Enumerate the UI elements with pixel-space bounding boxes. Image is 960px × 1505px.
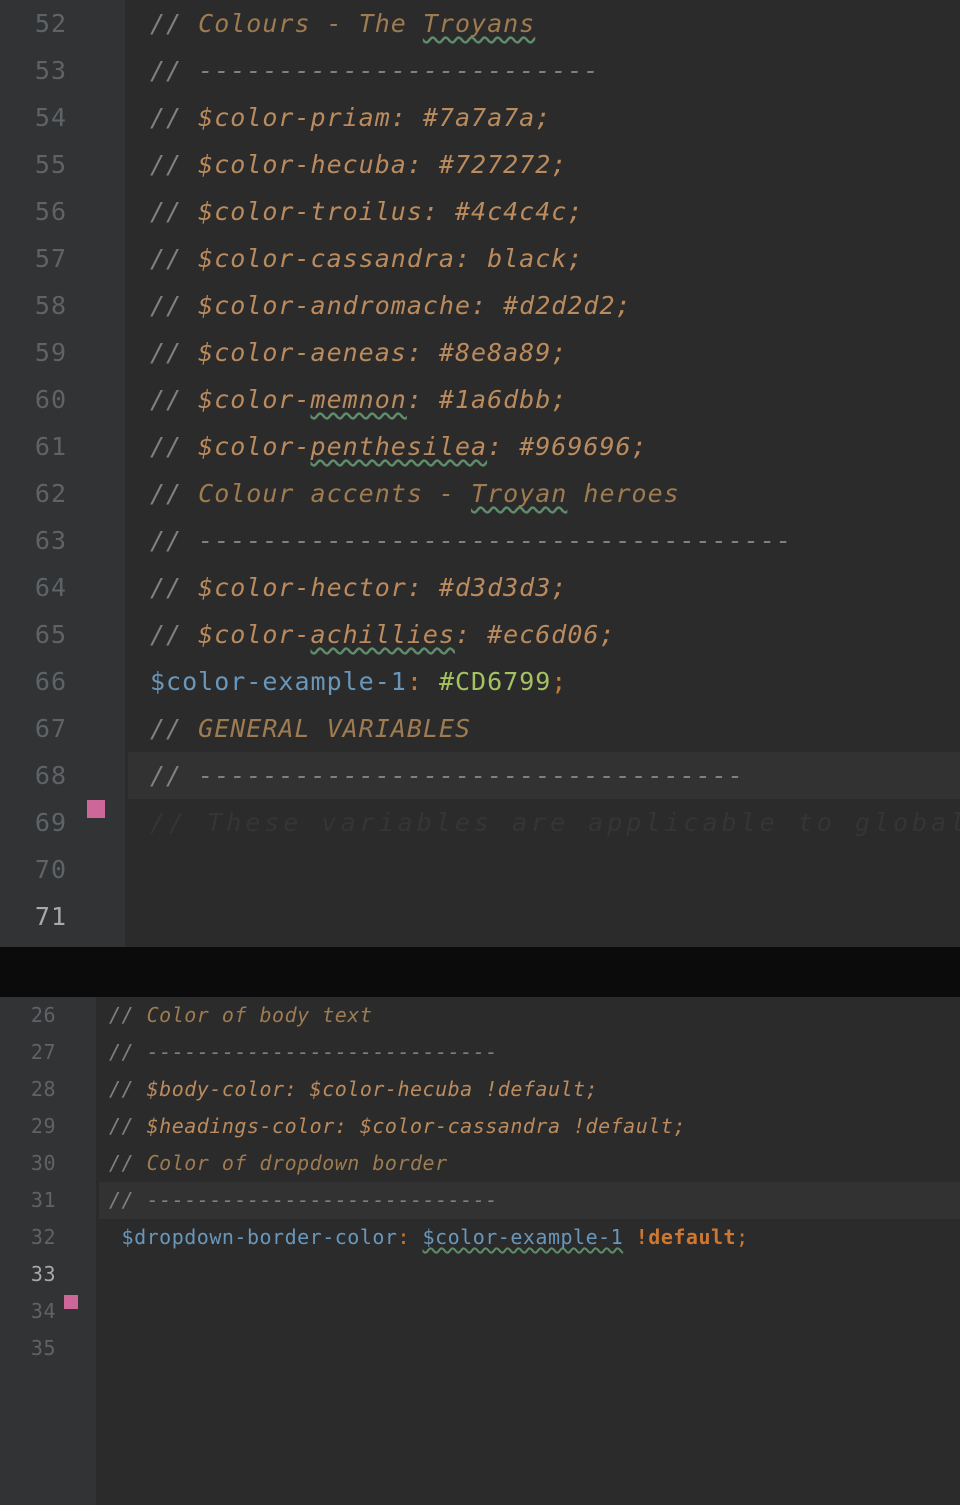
code-line[interactable]: // $color-memnon: #1a6dbb; xyxy=(128,376,960,423)
code-line[interactable]: // $body-color: $color-hecuba !default; xyxy=(99,1071,960,1108)
line-number[interactable]: 61 xyxy=(0,423,125,470)
code-area-top[interactable]: // Colours - The Troyans // ------------… xyxy=(128,0,960,947)
line-number[interactable]: 33 xyxy=(0,1256,96,1293)
code-line[interactable]: // ---------------------------- xyxy=(99,1034,960,1071)
line-number[interactable]: 55 xyxy=(0,141,125,188)
code-area-bottom[interactable]: // Color of body text // ---------------… xyxy=(99,997,960,1505)
line-number[interactable]: 28 xyxy=(0,1071,96,1108)
line-number[interactable]: 69 xyxy=(0,799,125,846)
line-number[interactable]: 64 xyxy=(0,564,125,611)
line-number[interactable]: 71 xyxy=(0,893,125,940)
color-swatch-icon[interactable] xyxy=(87,800,105,818)
code-line[interactable]: // $color-priam: #7a7a7a; xyxy=(128,94,960,141)
code-line[interactable]: // ------------------------------------- xyxy=(128,517,960,564)
code-line[interactable]: // $color-troilus: #4c4c4c; xyxy=(128,188,960,235)
line-number[interactable]: 34 xyxy=(0,1293,96,1330)
editor-pane-top: 52 53 54 55 56 57 58 59 60 61 62 63 64 6… xyxy=(0,0,960,947)
code-line[interactable]: // Color of dropdown border xyxy=(99,1145,960,1182)
line-number[interactable]: 63 xyxy=(0,517,125,564)
color-swatch-icon[interactable] xyxy=(64,1295,78,1309)
code-line[interactable]: // $color-hecuba: #727272; xyxy=(128,141,960,188)
editor-pane-bottom: 26 27 28 29 30 31 32 33 34 35 // Color o… xyxy=(0,997,960,1505)
line-number[interactable]: 27 xyxy=(0,1034,96,1071)
line-number[interactable]: 58 xyxy=(0,282,125,329)
code-line[interactable]: // $color-achillies: #ec6d06; xyxy=(128,611,960,658)
line-number[interactable]: 35 xyxy=(0,1330,96,1367)
code-line[interactable]: // Colours - The Troyans xyxy=(128,0,960,47)
code-line[interactable]: // $color-andromache: #d2d2d2; xyxy=(128,282,960,329)
line-number[interactable]: 62 xyxy=(0,470,125,517)
code-line[interactable]: // $color-cassandra: black; xyxy=(128,235,960,282)
line-number[interactable]: 52 xyxy=(0,0,125,47)
line-number[interactable]: 67 xyxy=(0,705,125,752)
code-line-current[interactable]: // ---------------------------------- xyxy=(128,752,960,799)
line-number[interactable]: 32 xyxy=(0,1219,96,1256)
pane-separator xyxy=(0,947,960,997)
code-line-current[interactable]: // ---------------------------- xyxy=(99,1182,960,1219)
line-number[interactable]: 57 xyxy=(0,235,125,282)
line-number[interactable]: 56 xyxy=(0,188,125,235)
line-number[interactable]: 29 xyxy=(0,1108,96,1145)
code-line[interactable]: // $color-aeneas: #8e8a89; xyxy=(128,329,960,376)
line-number[interactable]: 53 xyxy=(0,47,125,94)
gutter-bottom: 26 27 28 29 30 31 32 33 34 35 xyxy=(0,997,96,1505)
line-number[interactable]: 68 xyxy=(0,752,125,799)
line-number[interactable]: 66 xyxy=(0,658,125,705)
gutter-top: 52 53 54 55 56 57 58 59 60 61 62 63 64 6… xyxy=(0,0,125,947)
code-line-cropped[interactable]: // These variables are applicable to glo… xyxy=(128,799,960,846)
line-number[interactable]: 30 xyxy=(0,1145,96,1182)
code-line[interactable]: $dropdown-border-color: $color-example-1… xyxy=(99,1219,960,1256)
line-number[interactable]: 70 xyxy=(0,846,125,893)
code-line[interactable]: $color-example-1: #CD6799; xyxy=(128,658,960,705)
line-number[interactable]: 54 xyxy=(0,94,125,141)
code-line[interactable]: // $color-hector: #d3d3d3; xyxy=(128,564,960,611)
code-line[interactable]: // Color of body text xyxy=(99,997,960,1034)
line-number[interactable]: 65 xyxy=(0,611,125,658)
code-line[interactable]: // $color-penthesilea: #969696; xyxy=(128,423,960,470)
line-number[interactable]: 31 xyxy=(0,1182,96,1219)
code-line[interactable]: // Colour accents - Troyan heroes xyxy=(128,470,960,517)
line-number[interactable]: 59 xyxy=(0,329,125,376)
line-number[interactable]: 26 xyxy=(0,997,96,1034)
line-number[interactable]: 60 xyxy=(0,376,125,423)
code-line[interactable]: // GENERAL VARIABLES xyxy=(128,705,960,752)
code-line[interactable]: // ------------------------- xyxy=(128,47,960,94)
code-line[interactable]: // $headings-color: $color-cassandra !de… xyxy=(99,1108,960,1145)
